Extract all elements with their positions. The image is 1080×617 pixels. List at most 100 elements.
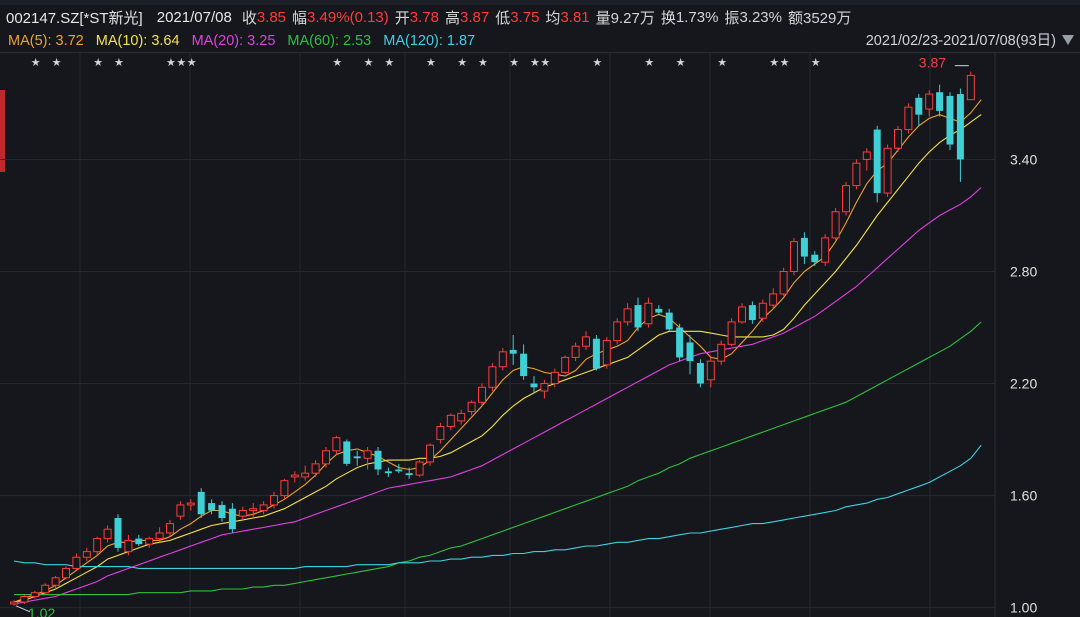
avg-label: 均 — [545, 9, 561, 27]
change-value: 3.49%(0.13) — [307, 8, 389, 26]
candle-body — [550, 371, 559, 385]
amplitude-label: 振 — [724, 9, 740, 27]
candle-body — [135, 538, 143, 545]
candle-body — [790, 241, 798, 273]
candle-body — [51, 577, 60, 586]
candle — [779, 267, 788, 296]
candle — [592, 335, 600, 371]
candle — [415, 460, 424, 477]
candle-body — [873, 129, 881, 194]
ma20-legend: MA(20): 3.25 — [191, 33, 276, 49]
star-marker: ★ — [457, 57, 467, 69]
date-range[interactable]: 2021/02/23-2021/07/08(93日) — [866, 30, 1056, 52]
candle-body — [748, 305, 756, 321]
candle-body — [197, 491, 205, 515]
candle — [467, 400, 476, 416]
candle — [520, 344, 528, 380]
candle — [676, 323, 684, 362]
candles — [10, 71, 975, 606]
star-marker: ★ — [530, 57, 540, 69]
candle-body — [862, 151, 871, 160]
candle-body — [946, 95, 954, 145]
candle — [197, 488, 205, 519]
candle — [62, 566, 70, 580]
candlestick-chart[interactable]: ★ ★ ★ ★ ★ ★ ★ ★ ★ ★ ★ ★ ★ ★ ★ ★ ★ ★ ★ ★ ★ ★ ★ 3.402.802.201.60… — [0, 53, 1080, 617]
candle — [696, 359, 704, 388]
candle — [509, 335, 517, 365]
candle-body — [30, 592, 39, 597]
candle — [540, 379, 549, 399]
candle-body — [415, 461, 424, 476]
low-value: 3.75 — [510, 8, 540, 26]
candle-body — [228, 508, 236, 530]
signal-stars: ★ ★ ★ ★ ★ ★ ★ ★ ★ ★ ★ ★ ★ ★ ★ ★ ★ ★ ★ ★ ★ ★ ★ — [31, 57, 821, 69]
candle — [436, 422, 445, 444]
candle-body — [717, 343, 726, 362]
stock-code-name[interactable]: 002147.SZ[*ST新光] — [6, 7, 143, 28]
candle-body — [769, 293, 778, 306]
candle — [831, 208, 840, 240]
candle — [946, 92, 954, 151]
candle — [852, 159, 861, 190]
candle — [103, 525, 112, 543]
candle — [457, 409, 466, 425]
candle — [363, 447, 372, 470]
candle — [904, 103, 913, 134]
candle-body — [509, 349, 517, 354]
volume-label: 量 — [595, 9, 611, 27]
candle — [478, 383, 486, 406]
candle-body — [41, 584, 50, 594]
candle-body — [353, 456, 361, 459]
star-marker: ★ — [93, 57, 103, 69]
candle-body — [655, 308, 663, 313]
candle-body — [343, 441, 351, 464]
candle-body — [332, 437, 341, 452]
moving-average-lines — [13, 99, 982, 605]
candle-body — [374, 450, 382, 470]
candle — [311, 460, 320, 477]
candle-body — [311, 463, 320, 474]
quote-info-bar: 002147.SZ[*ST新光] 2021/07/08 收 3.85 幅 3.49%… — [0, 5, 1080, 29]
candle — [186, 499, 195, 511]
close-value: 3.85 — [256, 8, 287, 26]
candle — [176, 501, 185, 520]
star-marker: ★ — [811, 57, 821, 69]
candle-body — [72, 556, 81, 569]
star-marker: ★ — [592, 57, 602, 69]
candle — [135, 534, 143, 547]
ma120-legend: MA(120): 1.87 — [383, 33, 476, 49]
candle-body — [821, 237, 830, 263]
candle — [41, 583, 50, 595]
ma-line-ma5 — [13, 99, 982, 603]
y-tick-label: 1.00 — [1010, 600, 1037, 616]
candle — [862, 148, 871, 171]
quote-date: 2021/07/08 — [156, 8, 232, 26]
candle-body — [238, 510, 247, 517]
candle — [228, 503, 236, 533]
candle — [915, 94, 923, 126]
ma-line-ma10 — [13, 114, 982, 603]
candle — [374, 447, 382, 476]
open-value: 3.78 — [409, 8, 439, 26]
dropdown-caret-icon[interactable] — [1062, 35, 1074, 45]
close-label: 收 — [241, 9, 257, 27]
candle — [790, 237, 798, 276]
candle — [446, 413, 455, 431]
star-marker: ★ — [717, 57, 727, 69]
candle — [644, 297, 653, 328]
candle-body — [186, 502, 195, 506]
candle-body — [520, 353, 528, 377]
candle-body — [322, 450, 330, 465]
candle-body — [904, 106, 913, 131]
star-marker: ★ — [166, 57, 176, 69]
candle — [894, 125, 902, 152]
candle — [800, 232, 808, 265]
high-label: 高 — [444, 9, 460, 27]
candle — [665, 308, 673, 332]
turnover-value: 1.73% — [675, 8, 719, 26]
candle-body — [218, 504, 226, 519]
star-marker: ★ — [780, 57, 790, 69]
star-marker: ★ — [769, 57, 779, 69]
candle-body — [706, 360, 715, 381]
candle-body — [561, 356, 570, 373]
